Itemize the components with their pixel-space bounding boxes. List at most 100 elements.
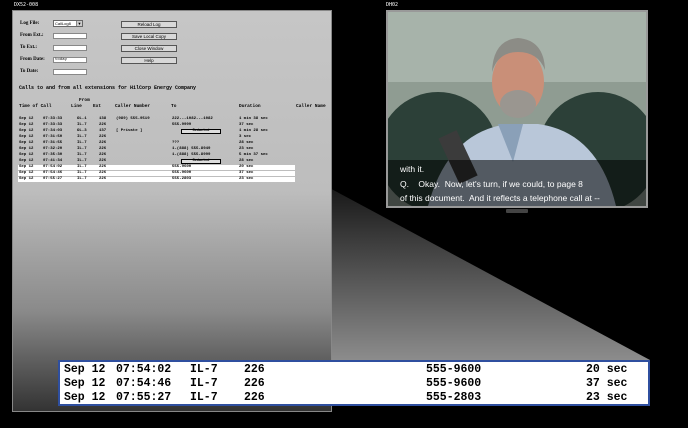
- zoom-cell-date: Sep 12: [64, 377, 106, 390]
- cell-time: 07:54:02: [43, 165, 63, 169]
- cell-caller: (989) 555-9519: [116, 117, 150, 121]
- cell-time: 07:54:46: [43, 171, 63, 175]
- col-caller-number: Caller Number: [115, 104, 151, 109]
- cell-date: Sep 12: [19, 141, 34, 145]
- cell-duration: 23 sec: [239, 147, 254, 151]
- cell-line: IL-7: [77, 165, 87, 169]
- cell-duration: 28 sec: [239, 159, 254, 163]
- table-row: Sep 12 07:41:34 IL-7 226 28 sec Redacted: [19, 159, 329, 164]
- cell-date: Sep 12: [19, 165, 34, 169]
- video-scrub-handle[interactable]: [506, 209, 528, 213]
- cell-date: Sep 12: [19, 135, 34, 139]
- reload-log-button[interactable]: Reload Log: [121, 21, 177, 28]
- zoom-cell-ext: 226: [244, 391, 265, 404]
- cell-time: 07:35:30: [43, 153, 63, 157]
- cell-ext: 226: [99, 177, 107, 181]
- table-row: Sep 12 07:31:50 IL-7 226 3 sec: [19, 135, 329, 140]
- to-ext-input[interactable]: [53, 45, 87, 51]
- col-ext: Ext: [93, 104, 102, 109]
- cell-line: IL-7: [77, 177, 87, 181]
- cell-date: Sep 12: [19, 147, 34, 151]
- cell-line: IL-7: [77, 141, 87, 145]
- cell-ext: 226: [99, 159, 107, 163]
- zoom-callout: Sep 12 07:54:02 IL-7 226 555-9600 20 sec Sep 1…: [58, 360, 650, 406]
- cell-duration: 1 min 38 sec: [239, 117, 268, 121]
- cell-ext: 226: [99, 135, 107, 139]
- cell-line: IL-7: [77, 123, 87, 127]
- redacted-box: Redacted: [181, 129, 221, 134]
- cell-date: Sep 12: [19, 177, 34, 181]
- col-time-of-call: Time of Call: [19, 104, 52, 109]
- cell-to: 555-9600: [172, 165, 192, 169]
- cell-to: 555-9600: [172, 171, 192, 175]
- log-file-select[interactable]: CallLog8 ▼: [53, 20, 83, 27]
- zoom-cell-to: 555-9600: [426, 377, 482, 390]
- cell-line: OL-1: [77, 117, 87, 121]
- cell-line: IL-7: [77, 135, 87, 139]
- cell-to: 555-9999: [172, 123, 192, 127]
- zoom-cell-date: Sep 12: [64, 391, 106, 404]
- cell-ext: 226: [99, 153, 107, 157]
- zoom-cell-duration: 23 sec: [586, 391, 628, 404]
- cell-duration: 1 min 28 sec: [239, 129, 268, 133]
- table-row: Sep 12 07:31:55 IL-7 226??? 28 sec: [19, 141, 329, 146]
- col-duration: Duration: [239, 104, 261, 109]
- from-date-label: From Date:: [20, 57, 45, 62]
- zoom-cell-duration: 20 sec: [586, 363, 628, 376]
- col-caller-name: Caller Name: [296, 104, 326, 109]
- from-ext-input[interactable]: [53, 33, 87, 39]
- from-date-input[interactable]: today: [53, 57, 87, 63]
- table-row: Sep 12 07:34:03 OL-3 137 [ Private ] 1 min 28…: [19, 129, 329, 134]
- caption-line-1: with it.: [400, 164, 425, 174]
- col-line: Line: [71, 104, 82, 109]
- cell-time: 07:33:33: [43, 117, 63, 121]
- cell-line: IL-7: [77, 153, 87, 157]
- to-ext-label: To Ext.:: [20, 45, 38, 50]
- col-to: To: [171, 104, 177, 109]
- cell-time: 07:33:33: [43, 123, 63, 127]
- zoom-cell-ext: 226: [244, 377, 265, 390]
- cell-date: Sep 12: [19, 171, 34, 175]
- zoom-cell-to: 555-9600: [426, 363, 482, 376]
- cell-ext: 137: [99, 129, 107, 133]
- cell-ext: 226: [99, 165, 107, 169]
- log-file-value: CallLog8: [55, 21, 71, 26]
- cell-duration: 3 sec: [239, 135, 252, 139]
- log-heading: Calls to and from all extensions for Hil…: [19, 85, 197, 91]
- table-row: Sep 12 07:55:27 IL-7 226 555-2803 23 sec: [18, 177, 295, 182]
- zoom-cell-ext: 226: [244, 363, 265, 376]
- table-row: Sep 12 07:33:33 IL-7 226 555-9999 37 sec: [19, 123, 329, 128]
- cell-date: Sep 12: [19, 153, 34, 157]
- cell-duration: 28 sec: [239, 141, 254, 145]
- cell-date: Sep 12: [19, 159, 34, 163]
- video-panel-label: DH02: [384, 2, 401, 9]
- cell-time: 07:34:03: [43, 129, 63, 133]
- table-row: Sep 12 07:54:02 IL-7 226 555-9600 20 sec: [18, 165, 295, 170]
- cell-to: 1-(888) 555-8949: [172, 147, 211, 151]
- close-window-button[interactable]: Close Window: [121, 45, 177, 52]
- table-row: Sep 12 07:32:20 IL-7 226 1-(888) 555-8949 23 …: [19, 147, 329, 152]
- cell-time: 07:55:27: [43, 177, 63, 181]
- cell-caller: [ Private ]: [116, 129, 143, 133]
- to-date-label: To Date:: [20, 69, 39, 74]
- cell-time: 07:32:20: [43, 147, 63, 151]
- to-date-input[interactable]: [53, 69, 87, 75]
- cell-to: ???: [172, 141, 180, 145]
- zoom-cell-time: 07:55:27: [116, 391, 172, 404]
- cell-duration: 37 sec: [239, 171, 254, 175]
- log-file-label: Log File:: [20, 21, 40, 26]
- save-local-copy-button[interactable]: Save Local Copy: [121, 33, 177, 40]
- help-button[interactable]: Help: [121, 57, 177, 64]
- cell-date: Sep 12: [19, 117, 34, 121]
- video-panel: with it. Q. Okay. Now, let's turn, if we…: [386, 10, 648, 208]
- cell-line: IL-7: [77, 159, 87, 163]
- zoom-cell-line: IL-7: [190, 391, 218, 404]
- cell-ext: 138: [99, 117, 107, 121]
- zoom-row: Sep 12 07:54:46 IL-7 226 555-9600 37 sec: [64, 377, 644, 391]
- chevron-down-icon: ▼: [76, 21, 82, 26]
- zoom-cell-line: IL-7: [190, 377, 218, 390]
- caption-line-2: Q. Okay. Now, let's turn, if we could, t…: [400, 179, 583, 189]
- table-row: Sep 12 07:54:46 IL-7 226 555-9600 37 sec: [18, 171, 295, 176]
- document-panel: Log File: CallLog8 ▼ From Ext.: To Ext.:…: [12, 10, 332, 412]
- cell-to: 1-(888) 555-8999: [172, 153, 211, 157]
